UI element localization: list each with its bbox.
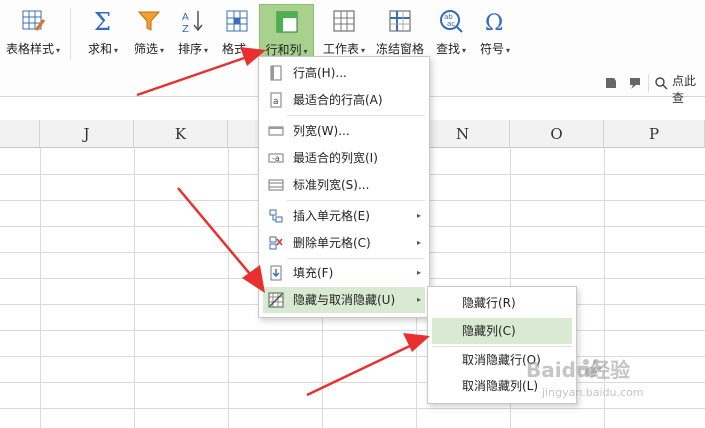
format-label: 格式 (221, 42, 246, 56)
review-icon[interactable] (628, 76, 642, 90)
fill-icon (270, 265, 282, 281)
column-header-j[interactable]: J (40, 120, 134, 148)
baidu-watermark: Baidu经验 jingyan.baidu.com (520, 352, 700, 412)
submenu-arrow-icon: ▸ (416, 238, 421, 247)
best-fit-row-icon: a (270, 92, 282, 108)
delete-cell-icon (269, 236, 283, 250)
freeze-panes-button[interactable]: 冻结窗格 (374, 4, 426, 60)
menu-item-label: 最适合的行高(A) (293, 93, 383, 107)
freeze-panes-label: 冻结窗格 (375, 42, 424, 56)
rowcol-dropdown-menu: 行高(H)... a 最适合的行高(A) 列宽(W)... -a 最适合的列宽(… (258, 56, 430, 318)
menu-item-label: 填充(F) (293, 266, 334, 280)
svg-text:-a: -a (272, 154, 280, 163)
svg-text:ac: ac (447, 20, 455, 28)
column-width-icon (268, 126, 284, 136)
sort-icon: AZ (182, 11, 203, 34)
menu-separator (287, 258, 425, 259)
table-style-label: 表格样式 (5, 42, 54, 56)
toolbar-divider (648, 74, 649, 92)
rowcol-icon (276, 11, 297, 33)
submenu-item-hide-column[interactable]: 隐藏列(C) (432, 318, 572, 344)
sum-icon: Σ (94, 8, 111, 34)
hide-unhide-icon (268, 292, 284, 308)
menu-item-best-fit-row[interactable]: a 最适合的行高(A) (263, 87, 425, 113)
freeze-panes-icon (389, 10, 411, 32)
format-icon (226, 10, 248, 32)
menu-separator (287, 115, 425, 116)
rowcol-label: 行和列 (265, 43, 302, 57)
find-replace-icon: abac (440, 10, 463, 33)
table-style-icon (22, 10, 46, 31)
menu-item-best-fit-column[interactable]: -a 最适合的列宽(I) (263, 145, 425, 171)
worksheet-icon (333, 10, 355, 32)
svg-text:Ω: Ω (485, 11, 503, 34)
menu-item-insert-cell[interactable]: 插入单元格(E) ▸ (263, 203, 425, 229)
submenu-item-label: 隐藏列(C) (462, 324, 516, 338)
menu-item-label: 删除单元格(C) (293, 236, 371, 250)
grid-line (134, 148, 135, 428)
find-button[interactable]: ab ac 查找 ▾ (430, 4, 472, 60)
column-header-o[interactable]: O (510, 120, 604, 148)
svg-text:a: a (273, 97, 279, 107)
submenu-arrow-icon: ▸ (416, 211, 421, 220)
best-fit-column-icon: -a (268, 153, 284, 163)
menu-item-label: 列宽(W)... (293, 124, 350, 138)
sum-button[interactable]: Σ 求和 ▾ (82, 4, 124, 60)
filter-icon (137, 11, 161, 31)
find-label: 查找 (435, 42, 460, 56)
column-header-blank (0, 120, 40, 148)
worksheet-button[interactable]: 工作表 ▾ (316, 4, 372, 60)
ribbon-separator (70, 8, 71, 60)
svg-text:Σ: Σ (94, 8, 111, 34)
watermark-text: Baidu经验 (526, 358, 631, 382)
svg-text:A: A (182, 12, 189, 23)
grid-line (40, 148, 41, 428)
menu-item-label: 插入单元格(E) (293, 209, 370, 223)
column-header-n[interactable]: N (416, 120, 510, 148)
sort-label: 排序 (177, 42, 202, 56)
menu-item-standard-width[interactable]: 标准列宽(S)... (263, 172, 425, 198)
menu-item-column-width[interactable]: 列宽(W)... (263, 118, 425, 144)
filter-label: 筛选 (133, 42, 158, 56)
submenu-arrow-icon: ▸ (416, 295, 421, 304)
sort-button[interactable]: AZ 排序 ▾ (172, 4, 214, 60)
menu-item-fill[interactable]: 填充(F) ▸ (263, 260, 425, 286)
filter-button[interactable]: 筛选 ▾ (128, 4, 170, 60)
comment-icon[interactable] (604, 76, 618, 90)
format-button[interactable]: 格式 ▾ (216, 4, 258, 60)
table-style-button[interactable]: 表格样式 ▾ (0, 4, 66, 60)
grid-line (0, 330, 705, 331)
menu-separator (287, 200, 425, 201)
search-hint[interactable]: 点此查 (672, 72, 705, 106)
worksheet-label: 工作表 (322, 42, 359, 56)
menu-item-label: 行高(H)... (293, 66, 347, 80)
search-icon[interactable] (655, 77, 668, 90)
menu-item-hide-unhide[interactable]: 隐藏与取消隐藏(U) ▸ (263, 287, 425, 313)
sum-label: 求和 (87, 42, 112, 56)
column-header-k[interactable]: K (134, 120, 228, 148)
omega-icon: Ω (485, 11, 503, 34)
symbol-label: 符号 (479, 42, 504, 56)
menu-item-label: 标准列宽(S)... (293, 178, 370, 192)
submenu-item-hide-row[interactable]: 隐藏行(R) (432, 290, 572, 316)
menu-item-label: 隐藏与取消隐藏(U) (293, 293, 396, 307)
submenu-arrow-icon: ▸ (416, 268, 421, 277)
submenu-item-label: 隐藏行(R) (462, 296, 516, 310)
svg-text:Z: Z (182, 24, 189, 34)
grid-line (228, 148, 229, 428)
standard-width-icon (268, 179, 284, 191)
menu-item-row-height[interactable]: 行高(H)... (263, 60, 425, 86)
watermark-url: jingyan.baidu.com (542, 386, 644, 399)
column-header-p[interactable]: P (604, 120, 705, 148)
menu-item-delete-cell[interactable]: 删除单元格(C) ▸ (263, 230, 425, 256)
insert-cell-icon (269, 209, 283, 223)
row-height-icon (270, 65, 282, 81)
rowcol-button[interactable]: 行和列 ▾ (259, 4, 314, 60)
symbol-button[interactable]: Ω 符号 ▾ (474, 4, 516, 60)
menu-item-label: 最适合的列宽(I) (293, 151, 378, 165)
